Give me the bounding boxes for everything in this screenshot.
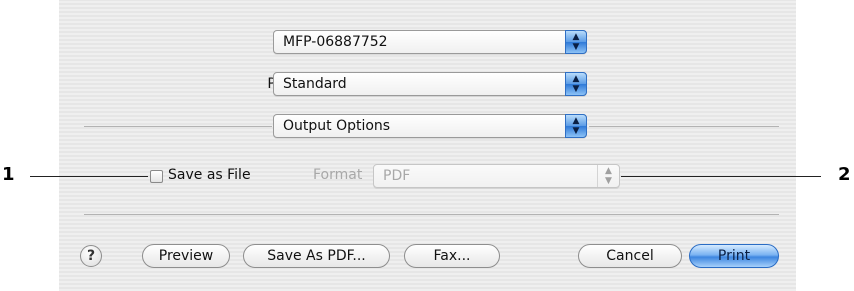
separator-bottom: [84, 214, 779, 215]
save-as-file-label[interactable]: Save as File: [168, 167, 251, 183]
separator-left: [84, 126, 272, 127]
callout-line-2: [621, 176, 821, 177]
print-dialog: Printer: MFP-06887752 ▲▼ Presets: Standa…: [59, 0, 796, 291]
up-down-arrows-icon: ▲ ▼: [565, 72, 587, 96]
help-button[interactable]: ?: [80, 245, 102, 267]
cancel-button[interactable]: Cancel: [578, 244, 682, 268]
callout-line-1: [30, 176, 148, 177]
format-value: PDF: [383, 168, 411, 184]
callout-number-1: 1: [2, 164, 15, 185]
up-down-arrows-icon: ▲ ▼: [565, 30, 587, 54]
up-down-arrows-icon: ▲ ▼: [597, 165, 619, 187]
save-as-file-checkbox[interactable]: [150, 170, 163, 183]
format-label: Format: [313, 167, 363, 183]
presets-popup[interactable]: Standard ▲ ▼: [273, 72, 587, 96]
print-button[interactable]: Print: [689, 244, 779, 268]
preview-button[interactable]: Preview: [142, 244, 230, 268]
printer-popup[interactable]: MFP-06887752 ▲ ▼: [273, 30, 587, 54]
callout-number-2: 2: [838, 164, 851, 185]
separator-right: [589, 126, 779, 127]
question-mark-icon: ?: [86, 248, 96, 264]
format-popup: PDF ▲ ▼: [373, 164, 620, 188]
save-as-pdf-button[interactable]: Save As PDF...: [243, 244, 390, 268]
fax-button[interactable]: Fax...: [404, 244, 500, 268]
up-down-arrows-icon: ▲ ▼: [565, 114, 587, 138]
printer-value: MFP-06887752: [283, 34, 388, 50]
panel-menu-popup[interactable]: Output Options ▲ ▼: [273, 114, 587, 138]
panel-menu-value: Output Options: [283, 118, 391, 134]
presets-value: Standard: [283, 76, 347, 92]
